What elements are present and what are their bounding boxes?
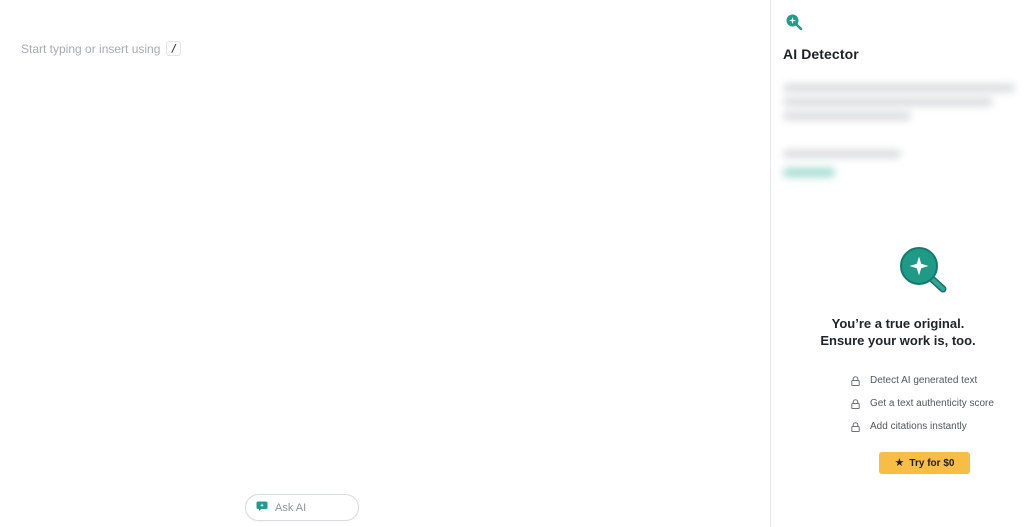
try-for-free-button[interactable]: ★ Try for $0 [879, 452, 970, 474]
blurred-preview [779, 74, 1024, 190]
try-button-label: Try for $0 [909, 457, 955, 469]
feature-label: Detect AI generated text [870, 375, 978, 386]
feature-item-citations: Add citations instantly [851, 415, 994, 438]
promo-headline-line2: Ensure your work is, too. [820, 333, 976, 348]
feature-list: Detect AI generated text Get a text auth… [851, 369, 994, 438]
editor-placeholder: Start typing or insert using / [21, 41, 182, 56]
lock-icon [851, 421, 860, 432]
panel-title: AI Detector [783, 46, 859, 62]
document-editor[interactable]: Start typing or insert using / Ask AI [0, 0, 770, 527]
ai-detector-panel: AI Detector You’re a true original. Ensu… [770, 0, 1024, 527]
editor-placeholder-text: Start typing or insert using [21, 41, 161, 56]
ask-ai-input[interactable]: Ask AI [245, 494, 359, 521]
chat-sparkle-icon [256, 499, 268, 517]
feature-label: Get a text authenticity score [870, 398, 994, 409]
star-icon: ★ [894, 456, 905, 469]
ask-ai-label: Ask AI [275, 501, 307, 514]
magnifier-sparkle-icon [785, 13, 803, 31]
slash-shortcut-key: / [166, 41, 182, 56]
lock-icon [851, 398, 860, 409]
feature-item-score: Get a text authenticity score [851, 392, 994, 415]
promo-headline: You’re a true original. Ensure your work… [771, 315, 1024, 349]
app-window: Start typing or insert using / Ask AI AI… [0, 0, 1024, 527]
promo-headline-line1: You’re a true original. [831, 316, 965, 331]
detector-magnifier-icon [898, 246, 950, 296]
lock-icon [851, 375, 860, 386]
feature-label: Add citations instantly [870, 421, 967, 432]
feature-item-detect: Detect AI generated text [851, 369, 994, 392]
